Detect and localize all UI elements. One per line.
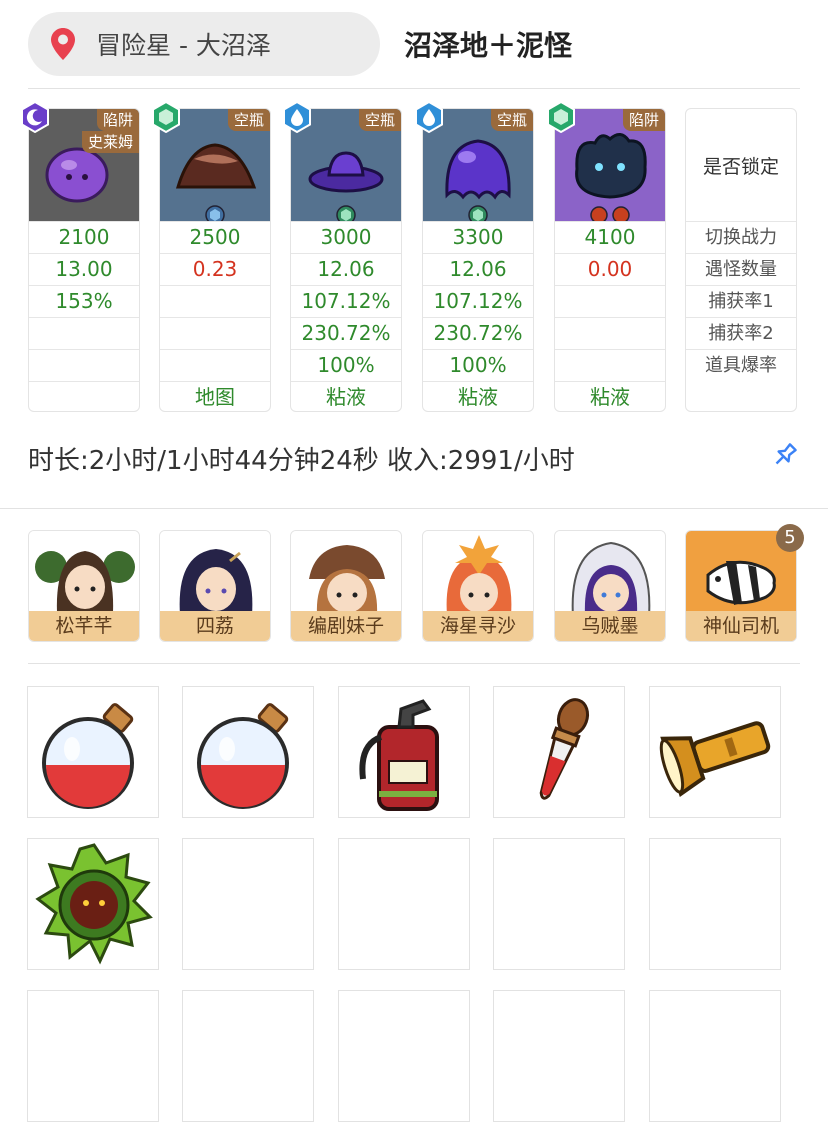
empty-item-slot[interactable] — [182, 838, 314, 970]
pin-icon[interactable] — [770, 440, 800, 470]
count-value: 13.00 — [29, 253, 139, 285]
monster-column[interactable]: 空瓶 3000 12.06 107.12% 230.72% 100% 粘液 — [283, 101, 402, 413]
water-icon — [415, 101, 443, 133]
empty-item-slot[interactable] — [338, 990, 470, 1122]
water-icon — [283, 101, 311, 133]
catch-rate2-value — [29, 317, 139, 349]
power-value: 2500 — [160, 221, 270, 253]
monster-tag: 陷阱 — [96, 109, 139, 131]
drop-rate-value — [29, 349, 139, 381]
count-value: 12.06 — [423, 253, 533, 285]
row-label-catch1: 捕获率1 — [686, 285, 796, 317]
character-name: 松芊芊 — [29, 611, 139, 641]
leaf-icon — [152, 101, 180, 133]
character-card[interactable]: 乌贼墨 — [554, 530, 666, 642]
moon-icon — [21, 101, 49, 133]
red-potion-icon — [197, 703, 289, 809]
catch-rate2-value — [160, 317, 270, 349]
character-name: 海星寻沙 — [423, 611, 533, 641]
character-name: 四荔 — [160, 611, 270, 641]
drop-rate-value — [160, 349, 270, 381]
catch-rate2-value — [555, 317, 665, 349]
item-slot[interactable] — [493, 686, 625, 818]
lock-toggle-label[interactable]: 是否锁定 — [686, 109, 796, 221]
monster-tag: 空瓶 — [227, 109, 270, 131]
character-card[interactable]: 四荔 — [159, 530, 271, 642]
drop-rate-value: 100% — [291, 349, 401, 381]
drop-item-value: 地图 — [160, 381, 270, 413]
mud-monster-medal-icon — [35, 843, 153, 965]
item-slot[interactable] — [338, 686, 470, 818]
catch-rate1-value: 107.12% — [291, 285, 401, 317]
catch-rate1-value: 153% — [29, 285, 139, 317]
flashlight-icon — [659, 721, 771, 798]
empty-item-slot[interactable] — [649, 990, 781, 1122]
character-name: 乌贼墨 — [555, 611, 665, 641]
dropper-icon — [539, 698, 590, 800]
power-value: 4100 — [555, 221, 665, 253]
monster-column[interactable]: 空瓶 2500 0.23 地图 — [152, 101, 271, 413]
catch-rate2-value: 230.72% — [423, 317, 533, 349]
location-label: 冒险星 - 大沼泽 — [96, 31, 271, 60]
character-card[interactable]: 编剧妹子 — [290, 530, 402, 642]
drop-item-value: 粘液 — [555, 381, 665, 413]
power-value: 2100 — [29, 221, 139, 253]
divider — [0, 508, 828, 509]
row-label-count: 遇怪数量 — [686, 253, 796, 285]
drop-item-value: 粘液 — [291, 381, 401, 413]
monster-column[interactable]: 空瓶 3300 12.06 107.12% 230.72% 100% 粘液 — [415, 101, 534, 413]
count-value: 0.00 — [555, 253, 665, 285]
row-label-drop: 道具爆率 — [686, 349, 796, 381]
count-badge: 5 — [776, 524, 804, 552]
character-name: 编剧妹子 — [291, 611, 401, 641]
item-slot[interactable] — [27, 686, 159, 818]
row-label-catch2: 捕获率2 — [686, 317, 796, 349]
character-card[interactable]: 海星寻沙 — [422, 530, 534, 642]
monster-column[interactable]: 陷阱 史莱姆 2100 13.00 153% — [21, 101, 140, 413]
drop-item-value: 粘液 — [423, 381, 533, 413]
leaf-icon — [547, 101, 575, 133]
item-slot[interactable] — [27, 838, 159, 970]
catch-rate1-value — [160, 285, 270, 317]
catch-rate2-value: 230.72% — [291, 317, 401, 349]
location-selector[interactable]: 冒险星 - 大沼泽 — [28, 12, 380, 76]
divider — [28, 663, 800, 664]
count-value: 0.23 — [160, 253, 270, 285]
item-slot[interactable] — [182, 686, 314, 818]
drop-rate-value — [555, 349, 665, 381]
item-slot[interactable] — [649, 686, 781, 818]
empty-item-slot[interactable] — [493, 838, 625, 970]
drop-rate-value: 100% — [423, 349, 533, 381]
empty-item-slot[interactable] — [649, 838, 781, 970]
page-title: 沼泽地＋泥怪 — [404, 29, 573, 62]
fire-extinguisher-icon — [359, 699, 439, 811]
empty-item-slot[interactable] — [493, 990, 625, 1122]
count-value: 12.06 — [291, 253, 401, 285]
divider — [28, 88, 800, 89]
red-potion-icon — [42, 703, 134, 809]
empty-item-slot[interactable] — [182, 990, 314, 1122]
lock-column[interactable]: 是否锁定 切换战力 遇怪数量 捕获率1 捕获率2 道具爆率 — [685, 108, 797, 412]
catch-rate1-value — [555, 285, 665, 317]
location-pin-icon — [51, 28, 75, 60]
monster-tag: 空瓶 — [358, 109, 401, 131]
drop-item-value — [29, 381, 139, 413]
monster-name-tag: 史莱姆 — [81, 131, 139, 153]
summary-text: 时长:2小时/1小时44分钟24秒 收入:2991/小时 — [28, 446, 575, 476]
monster-tag: 陷阱 — [622, 109, 665, 131]
empty-item-slot[interactable] — [27, 990, 159, 1122]
power-value: 3000 — [291, 221, 401, 253]
monster-column[interactable]: 陷阱 4100 0.00 粘液 — [547, 101, 666, 413]
row-label-power: 切换战力 — [686, 221, 796, 253]
catch-rate1-value: 107.12% — [423, 285, 533, 317]
power-value: 3300 — [423, 221, 533, 253]
empty-item-slot[interactable] — [338, 838, 470, 970]
monster-tag: 空瓶 — [490, 109, 533, 131]
character-card[interactable]: 松芊芊 — [28, 530, 140, 642]
character-name: 神仙司机 — [686, 611, 796, 641]
